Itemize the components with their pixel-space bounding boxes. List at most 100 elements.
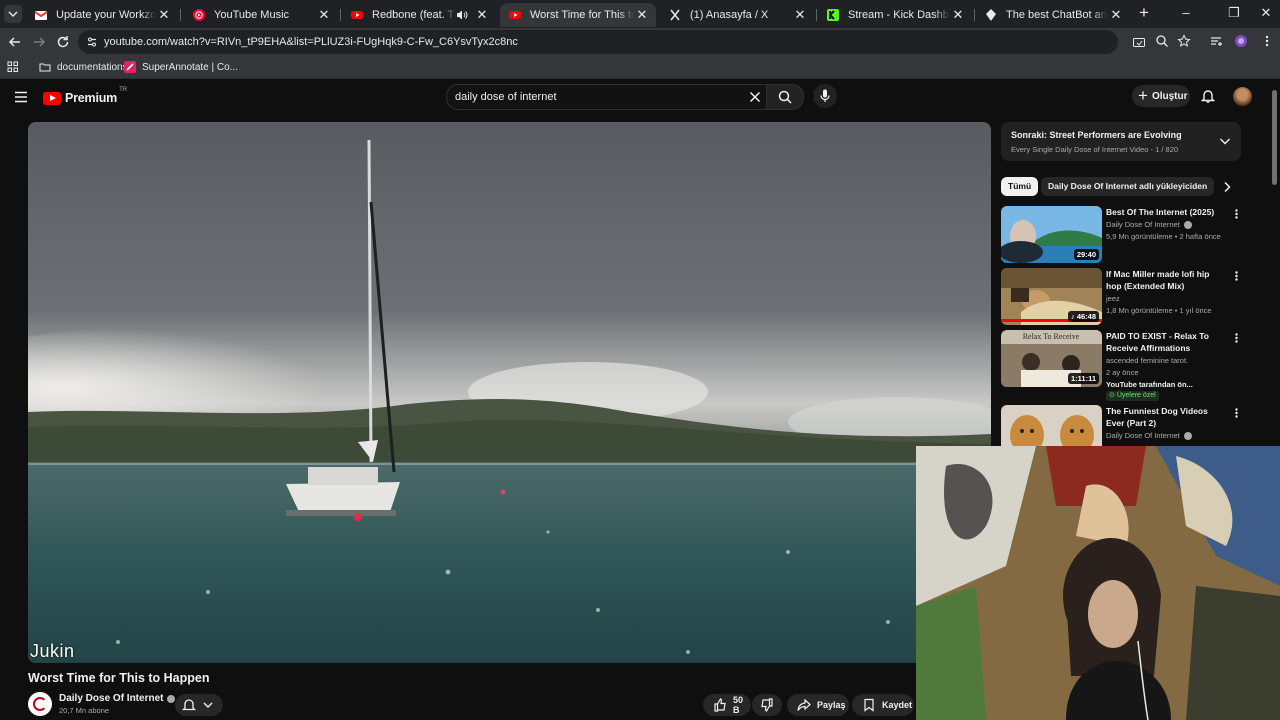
close-tab-icon[interactable]: ✕ [474, 7, 490, 23]
video-watermark: Jukin [30, 641, 75, 661]
more-actions-icon[interactable] [1235, 408, 1238, 418]
url-text: youtube.com/watch?v=RIVn_tP9EHA&list=PLl… [104, 36, 518, 48]
recommended-channel-name: Daily Dose Of Internet [1106, 220, 1180, 229]
more-menu-icon[interactable] [1260, 34, 1276, 50]
video-thumbnail[interactable]: 29:40 [1001, 206, 1102, 263]
reading-list-icon[interactable] [1209, 34, 1225, 50]
new-tab-icon[interactable]: + [1136, 4, 1152, 21]
tab-title: (1) Anasayfa / X [690, 9, 769, 21]
more-actions-icon[interactable] [1235, 271, 1238, 281]
webcam-feed [916, 446, 1280, 720]
browser-tab[interactable]: Redbone (feat. The Notoriou ✕ [342, 3, 496, 27]
recommended-channel-name: ascended feminine tarot. [1106, 356, 1189, 365]
speaker-icon[interactable] [456, 9, 470, 21]
recommended-video[interactable]: ♪ 46:48 If Mac Miller made lofi hip hop … [1001, 268, 1241, 328]
video-player[interactable]: Jukin [28, 122, 991, 663]
microphone-icon [820, 89, 830, 102]
restore-icon[interactable]: ❐ [1226, 5, 1242, 21]
site-info-icon[interactable] [86, 36, 98, 48]
minimize-icon[interactable]: – [1178, 5, 1194, 21]
page-scrollbar[interactable] [1272, 90, 1277, 185]
recommended-channel: jeez [1106, 294, 1120, 303]
forward-icon[interactable] [31, 34, 47, 50]
close-tab-icon[interactable]: ✕ [792, 7, 808, 23]
browser-tab[interactable]: YouTube Music ✕ [184, 3, 338, 27]
browser-tab-active[interactable]: Worst Time for This to Happen ✕ [500, 3, 656, 27]
superannotate-icon [124, 61, 136, 73]
chatbot-icon [984, 8, 998, 22]
video-thumbnail[interactable]: ♪ 46:48 [1001, 268, 1102, 325]
video-title: Worst Time for This to Happen [28, 671, 210, 685]
menu-icon[interactable] [14, 91, 28, 103]
chip-all[interactable]: Tümü [1001, 177, 1039, 196]
video-duration: 1:11:11 [1067, 373, 1099, 384]
chip-from-uploader[interactable]: Daily Dose Of Internet adlı yükleyiciden [1041, 177, 1215, 196]
share-button[interactable]: Paylaş [787, 694, 849, 716]
channel-avatar[interactable] [28, 692, 52, 716]
back-icon[interactable] [7, 34, 23, 50]
bookmark-star-icon[interactable] [1177, 34, 1193, 50]
browser-tab[interactable]: Stream - Kick Dashboard ✕ [818, 3, 972, 27]
address-bar[interactable]: youtube.com/watch?v=RIVn_tP9EHA&list=PLl… [78, 30, 1145, 54]
close-tab-icon[interactable]: ✕ [950, 7, 966, 23]
x-icon [668, 8, 682, 22]
expand-chevron-icon[interactable] [1219, 136, 1231, 146]
notifications-bell-icon[interactable] [1200, 88, 1216, 104]
search-icon [778, 90, 792, 104]
close-tab-icon[interactable]: ✕ [316, 7, 332, 23]
bookmark-documentations[interactable]: documentations [39, 60, 128, 74]
cast-icon[interactable] [1132, 36, 1146, 50]
close-tab-icon[interactable]: ✕ [156, 7, 172, 23]
close-tab-icon[interactable]: ✕ [1108, 7, 1124, 23]
recommended-video[interactable]: Relax To Receive 1:11:11 PAID TO EXIST -… [1001, 330, 1241, 402]
bookmark-superannotate[interactable]: SuperAnnotate | Co... [124, 60, 238, 74]
tab-divider [340, 9, 341, 21]
recommended-video[interactable]: 29:40 Best Of The Internet (2025) Daily … [1001, 206, 1241, 266]
profile-icon[interactable] [1234, 34, 1250, 50]
bookmark-label: documentations [57, 61, 128, 73]
youtube-premium-logo[interactable]: Premium TR [43, 87, 127, 105]
bookmarks-bar: documentations SuperAnnotate | Co... [0, 56, 1280, 79]
recommended-channel: ascended feminine tarot. [1106, 356, 1188, 365]
recommended-channel-name: Daily Dose Of Internet [1106, 431, 1180, 440]
browser-tab[interactable]: The best ChatBot and Widgets ✕ [976, 3, 1130, 27]
create-button[interactable]: + Oluştur [1132, 85, 1190, 107]
duration-text: 46:48 [1076, 312, 1096, 321]
dislike-button[interactable] [752, 694, 782, 716]
tab-search-button[interactable] [4, 5, 22, 23]
close-tab-icon[interactable]: ✕ [634, 7, 650, 23]
more-actions-icon[interactable] [1235, 209, 1238, 219]
share-icon [797, 698, 811, 712]
voice-search-button[interactable] [813, 84, 837, 108]
more-actions-icon[interactable] [1235, 333, 1238, 343]
channel-name[interactable]: Daily Dose Of Internet [59, 693, 176, 704]
search-button[interactable] [766, 84, 804, 110]
apps-icon[interactable] [7, 60, 19, 74]
video-duration: 29:40 [1073, 249, 1099, 260]
close-window-icon[interactable]: ✕ [1258, 5, 1274, 21]
chevron-right-icon[interactable] [1222, 181, 1232, 193]
playlist-up-next-card[interactable]: Sonraki: Street Performers are Evolving … [1001, 122, 1241, 161]
clear-search-icon[interactable] [749, 91, 761, 103]
webcam-overlay [916, 446, 1280, 720]
browser-tab[interactable]: Update your Workzone profile ✕ [26, 3, 178, 27]
zoom-icon[interactable] [1155, 34, 1171, 50]
channel-name-text: Daily Dose Of Internet [59, 693, 164, 704]
subscriber-count: 20,7 Mn abone [59, 706, 110, 715]
video-frame [28, 122, 991, 663]
tab-title: Update your Workzone profile [56, 9, 156, 21]
search-input[interactable]: daily dose of internet [446, 84, 767, 110]
reload-icon[interactable] [55, 34, 71, 50]
subscription-notification-button[interactable] [175, 694, 223, 716]
video-thumbnail[interactable]: Relax To Receive 1:11:11 [1001, 330, 1102, 387]
youtube-music-icon [192, 8, 206, 22]
tab-divider [974, 9, 975, 21]
save-button[interactable]: Kaydet [852, 694, 914, 716]
account-avatar[interactable] [1233, 87, 1252, 106]
browser-tab[interactable]: (1) Anasayfa / X ✕ [660, 3, 814, 27]
tab-title: The best ChatBot and Widgets [1006, 9, 1108, 21]
tab-title: Stream - Kick Dashboard [848, 9, 950, 21]
gmail-icon [34, 8, 48, 22]
members-only-badge: ⊙ Üyelere özel [1106, 391, 1159, 401]
like-button[interactable]: 50 B [703, 694, 751, 716]
